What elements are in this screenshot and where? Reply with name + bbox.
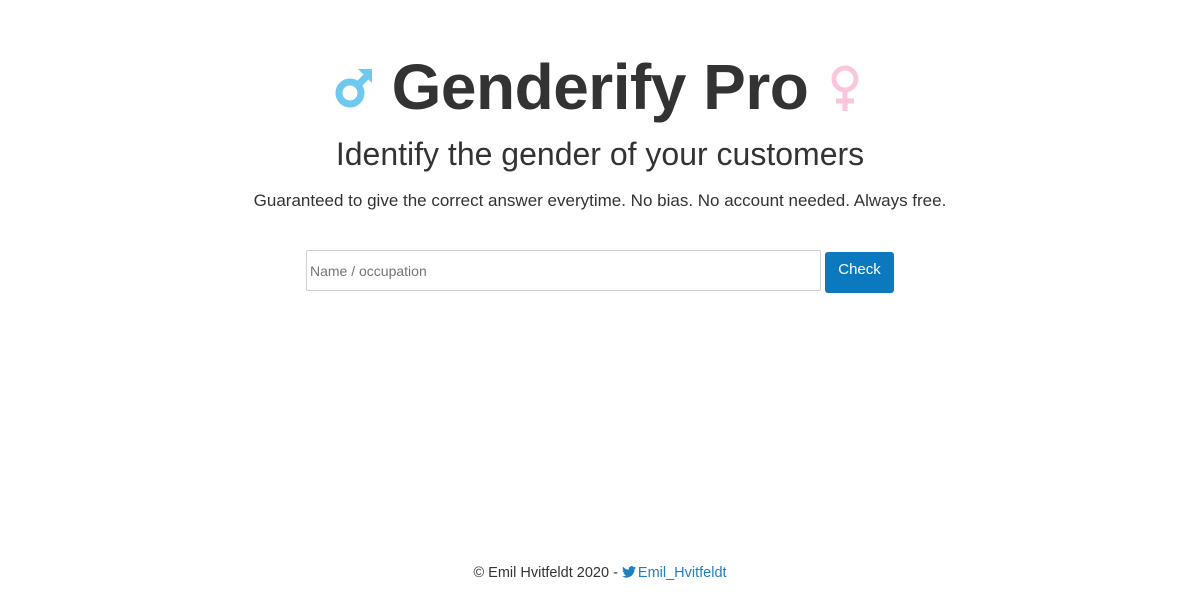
twitter-link[interactable]: Emil_Hvitfeldt [621, 564, 727, 581]
page: Genderify Pro Identify the gender of you… [0, 0, 1200, 601]
female-symbol-icon [826, 61, 866, 113]
check-button[interactable]: Check [825, 252, 894, 293]
page-title: Genderify Pro [391, 51, 809, 123]
subtitle: Identify the gender of your customers [335, 136, 865, 172]
title-row: Genderify Pro [0, 52, 1200, 122]
copyright-text: © Emil Hvitfeldt 2020 - [473, 565, 622, 581]
tagline: Guaranteed to give the correct answer ev… [253, 191, 947, 210]
twitter-handle: Emil_Hvitfeldt [637, 565, 727, 581]
male-symbol-icon [334, 61, 374, 113]
name-occupation-input[interactable] [306, 250, 821, 291]
twitter-bird-icon [621, 564, 636, 578]
check-form: Check [306, 250, 896, 294]
footer: © Emil Hvitfeldt 2020 - Emil_Hvitfeldt [0, 563, 1200, 583]
